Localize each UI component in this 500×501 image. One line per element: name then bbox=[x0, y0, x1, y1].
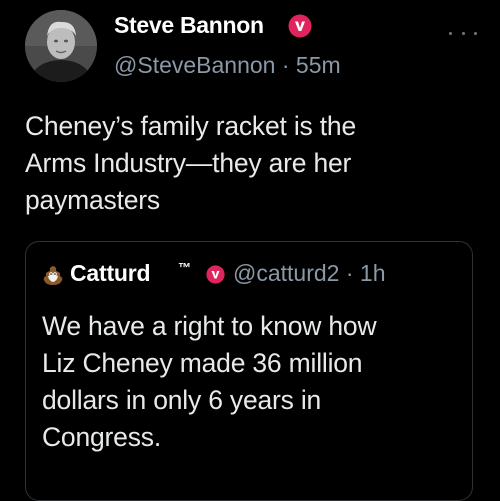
ellipsis-icon[interactable] bbox=[449, 26, 477, 40]
author-handle[interactable]: @SteveBannon bbox=[114, 52, 275, 78]
verified-badge-icon bbox=[288, 14, 312, 38]
author-avatar[interactable] bbox=[25, 10, 97, 82]
quote-display-name[interactable]: Catturd bbox=[70, 260, 151, 287]
avatar-image bbox=[25, 10, 97, 82]
verified-badge-icon bbox=[206, 265, 225, 284]
author-display-name[interactable]: Steve Bannon bbox=[114, 12, 264, 39]
catturd-avatar-icon[interactable] bbox=[42, 264, 64, 286]
separator-dot: · bbox=[281, 52, 290, 78]
separator-dot: · bbox=[345, 260, 354, 286]
post-time[interactable]: 55m bbox=[296, 52, 341, 78]
quote-handle-time: @catturd2 · 1h bbox=[233, 260, 386, 287]
quoted-tweet-card[interactable]: Catturd ™ @catturd2 · 1h We have a right… bbox=[25, 241, 473, 501]
tweet[interactable]: Steve Bannon @SteveBannon · 55m Cheney’s… bbox=[0, 0, 500, 501]
trademark-symbol: ™ bbox=[178, 260, 191, 275]
quote-text: We have a right to know how Liz Cheney m… bbox=[42, 311, 377, 452]
quote-handle[interactable]: @catturd2 bbox=[233, 260, 339, 286]
tweet-text: Cheney’s family racket is the Arms Indus… bbox=[25, 111, 356, 215]
quote-time[interactable]: 1h bbox=[360, 260, 386, 286]
author-handle-time: @SteveBannon · 55m bbox=[114, 52, 341, 79]
